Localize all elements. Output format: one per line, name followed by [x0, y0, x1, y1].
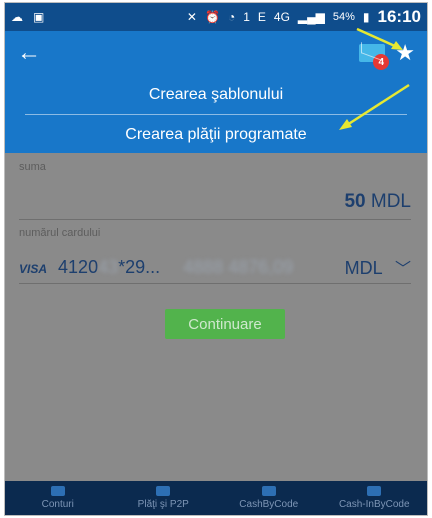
nav-label: Conturi — [41, 499, 74, 510]
card-number-masked: 43 — [98, 256, 119, 277]
weather-icon: ☁ — [11, 10, 23, 24]
star-icon[interactable]: ★ — [395, 40, 415, 66]
menu-item-create-template[interactable]: Crearea şablonului — [5, 75, 427, 114]
card-suffix: *29... — [118, 256, 161, 277]
nav-item-payments[interactable]: Plăţi şi P2P — [111, 481, 217, 515]
nav-label: Cash-InByCode — [338, 499, 410, 510]
edge-indicator: E — [257, 10, 266, 24]
status-bar: ☁ ▣ ✕ ⏰ ◔ 1 E 4G ▂▄▆ 54% ▮ 16:10 — [5, 3, 427, 31]
card-blurred-info: 4888 4876,09 — [183, 256, 294, 277]
sum-value: 50 — [344, 191, 366, 212]
menu-divider — [25, 114, 407, 115]
signal-icon: ▂▄▆ — [297, 10, 325, 24]
mute-icon: ✕ — [186, 10, 197, 24]
nav-item-cashbycode[interactable]: CashByCode — [216, 481, 322, 515]
home-icon — [50, 486, 65, 496]
network-type: 4G — [273, 10, 290, 24]
nav-label: CashByCode — [239, 499, 299, 510]
sum-field[interactable]: 50 MDL — [344, 191, 411, 213]
atm-icon — [261, 486, 276, 496]
visa-logo: VISA — [19, 261, 48, 276]
sum-label: suma — [19, 161, 46, 173]
screen-icon: ▣ — [33, 10, 45, 24]
card-selector[interactable]: VISA 412043*29... 4888 4876,09 MDL ﹀ — [19, 255, 411, 279]
nav-item-cashinbycode[interactable]: Cash-InByCode — [322, 481, 428, 515]
battery-level: 54% — [332, 11, 355, 23]
card-number: 4120 — [58, 256, 99, 277]
card-currency: MDL — [344, 258, 382, 278]
sum-currency: MDL — [370, 191, 411, 212]
clock: 16:10 — [377, 7, 421, 26]
sum-underline — [19, 219, 411, 220]
atm-icon — [367, 486, 382, 496]
wifi-icon: ◔ — [227, 10, 236, 24]
app-header: ← 4 ★ — [5, 31, 427, 75]
alarm-icon: ⏰ — [204, 10, 220, 24]
bottom-navigation: Conturi Plăţi şi P2P CashByCode Cash-InB… — [5, 481, 427, 515]
wallet-icon — [156, 486, 171, 496]
phone-screen: ☁ ▣ ✕ ⏰ ◔ 1 E 4G ▂▄▆ 54% ▮ 16:10 ← 4 ★ C… — [4, 2, 428, 516]
nav-item-accounts[interactable]: Conturi — [5, 481, 111, 515]
continue-button[interactable]: Continuare — [165, 309, 285, 339]
card-label: numărul cardului — [19, 227, 101, 239]
battery-icon: ▮ — [362, 10, 370, 24]
back-arrow-icon[interactable]: ← — [17, 41, 41, 65]
payment-form: suma 50 MDL numărul cardului VISA 412043… — [5, 153, 427, 483]
mail-badge: 4 — [373, 54, 390, 70]
nav-label: Plăţi şi P2P — [137, 499, 189, 510]
chevron-down-icon: ﹀ — [394, 261, 411, 278]
menu-item-create-scheduled-payment[interactable]: Crearea plăţii programate — [5, 115, 427, 154]
card-underline — [19, 283, 411, 284]
options-menu: Crearea şablonului Crearea plăţii progra… — [5, 75, 427, 153]
sim-indicator: 1 — [243, 10, 250, 24]
mail-icon[interactable]: 4 — [359, 44, 390, 70]
